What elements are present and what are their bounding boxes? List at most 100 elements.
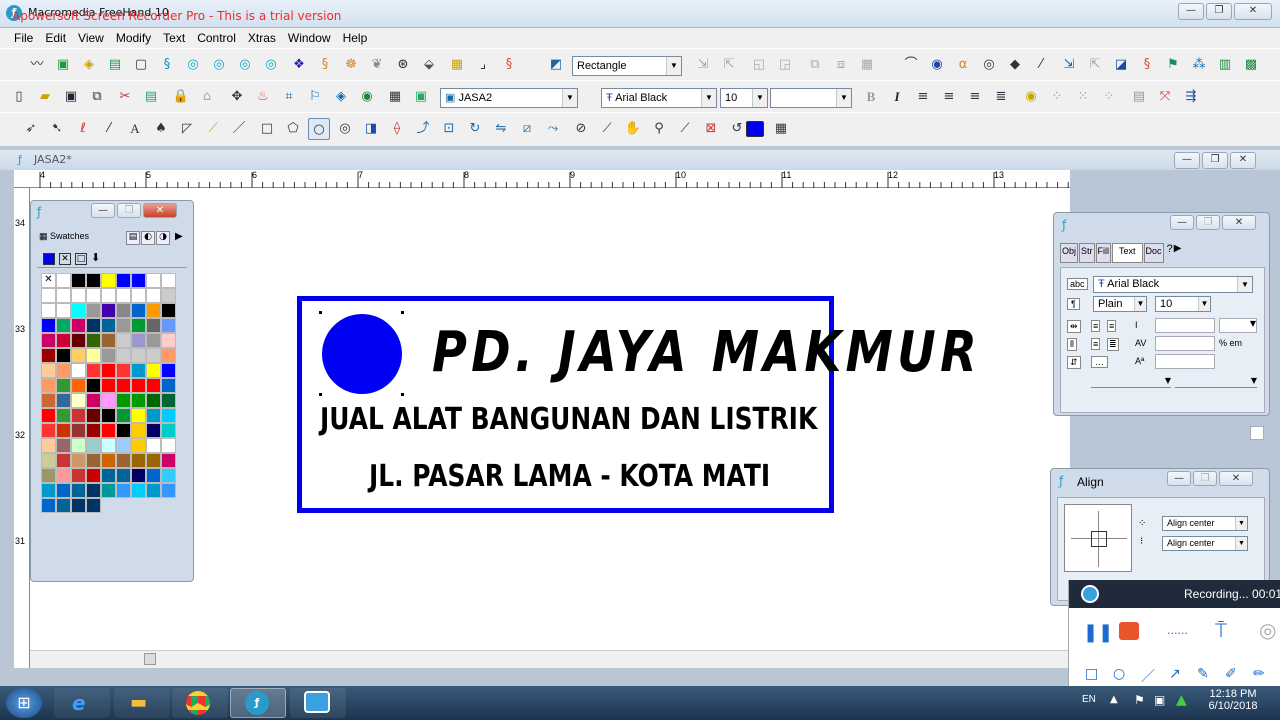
color-swatch[interactable] — [131, 483, 146, 498]
mirror-tool-icon[interactable]: ⟠ — [386, 118, 408, 140]
crop-tool-icon[interactable]: ❖ — [288, 54, 310, 76]
swatch-color-icon[interactable]: ◐ — [141, 231, 155, 245]
color-swatch[interactable] — [86, 348, 101, 363]
color-swatch[interactable] — [71, 438, 86, 453]
selection-handle[interactable] — [319, 393, 322, 396]
color-swatch[interactable] — [116, 393, 131, 408]
color-swatch[interactable] — [131, 288, 146, 303]
text-panel-close-button[interactable]: ✕ — [1222, 215, 1256, 230]
color-swatch[interactable] — [41, 408, 56, 423]
arc-tool-icon[interactable]: ⤴ — [412, 118, 434, 140]
color-swatch[interactable] — [56, 273, 71, 288]
paste-icon[interactable]: ▤ — [140, 86, 162, 108]
color-swatch[interactable] — [56, 393, 71, 408]
new-file-icon[interactable]: ▯ — [8, 86, 30, 108]
color-swatch[interactable] — [161, 363, 176, 378]
menu-control[interactable]: Control — [191, 31, 242, 45]
color-swatch[interactable] — [101, 408, 116, 423]
taskbar-freehand[interactable]: ƒ — [230, 688, 286, 718]
menu-text[interactable]: Text — [157, 31, 191, 45]
color-swatch[interactable] — [131, 348, 146, 363]
pipette-icon[interactable]: ⁄ — [1030, 54, 1052, 76]
lock-icon[interactable]: 🔒 — [170, 86, 192, 108]
align-minimize-button[interactable]: — — [1167, 471, 1191, 486]
stroke-swatch[interactable]: ✕ — [59, 253, 71, 265]
color-swatch[interactable] — [71, 348, 86, 363]
color-swatch[interactable] — [41, 288, 56, 303]
color-mixer-icon[interactable]: ◈ — [330, 86, 352, 108]
color-swatch[interactable] — [56, 333, 71, 348]
color-swatch[interactable] — [41, 363, 56, 378]
color-swatch[interactable] — [116, 453, 131, 468]
swatch-minimize-button[interactable]: — — [91, 203, 115, 218]
color-swatch[interactable] — [41, 393, 56, 408]
leading-select[interactable]: ▼ — [770, 88, 852, 108]
color-swatch[interactable] — [56, 363, 71, 378]
color-swatch[interactable] — [56, 468, 71, 483]
color-swatch[interactable] — [101, 288, 116, 303]
color-swatch[interactable] — [41, 333, 56, 348]
font-select[interactable]: Ŧ Arial Black ▼ — [601, 88, 717, 108]
range-kerning-select[interactable]: ▼ — [1175, 376, 1257, 388]
swatch-close-button[interactable]: ✕ — [143, 203, 177, 218]
start-button[interactable]: ⊞ — [6, 688, 42, 718]
color-swatch[interactable] — [161, 318, 176, 333]
color-swatch[interactable] — [131, 393, 146, 408]
color-swatch[interactable] — [116, 348, 131, 363]
grid-icon[interactable]: ▩ — [1240, 54, 1262, 76]
open-folder-icon[interactable]: ▰ — [34, 86, 56, 108]
color-swatch[interactable] — [56, 318, 71, 333]
union-tool-icon[interactable]: ◎ — [208, 54, 230, 76]
flag-icon[interactable]: ⚑ — [1162, 54, 1184, 76]
color-swatch[interactable] — [86, 483, 101, 498]
color-swatch[interactable] — [116, 483, 131, 498]
color-swatch[interactable] — [116, 408, 131, 423]
both-swatch[interactable]: □ — [75, 253, 87, 265]
color-swatch[interactable] — [71, 453, 86, 468]
tints-icon[interactable]: ◉ — [356, 86, 378, 108]
flag-tray-icon[interactable]: ⚑ — [1134, 693, 1145, 707]
stroke-color-icon[interactable]: ⟋ — [674, 118, 696, 140]
skew-tool-icon[interactable]: ⧄ — [516, 118, 538, 140]
ellipse-tool-icon[interactable]: ○ — [308, 118, 330, 140]
menu-view[interactable]: View — [72, 31, 110, 45]
selection-handle[interactable] — [319, 311, 322, 314]
color-swatch[interactable] — [146, 483, 161, 498]
calculator-icon[interactable]: ▦ — [770, 118, 792, 140]
color-swatch[interactable] — [71, 333, 86, 348]
color-swatch[interactable] — [71, 273, 86, 288]
align-close-button[interactable]: ✕ — [1219, 471, 1253, 486]
frame-tool-icon[interactable]: ▢ — [130, 54, 152, 76]
color-swatch[interactable] — [131, 363, 146, 378]
color-swatch[interactable] — [56, 288, 71, 303]
color-swatch[interactable] — [86, 393, 101, 408]
color-swatch[interactable] — [56, 408, 71, 423]
text-panel-maximize-button[interactable]: ❐ — [1196, 215, 1220, 230]
text-columns-icon[interactable]: ⁘ — [1046, 86, 1068, 108]
color-swatch[interactable] — [101, 333, 116, 348]
horizontal-ruler[interactable]: 4 5 6 7 8 9 10 11 12 13 — [14, 170, 1070, 188]
export-icon[interactable]: ⇲ — [1058, 54, 1080, 76]
kerning-input[interactable] — [1155, 336, 1215, 351]
divide-tool-icon[interactable]: ◎ — [234, 54, 256, 76]
line-tool-icon[interactable]: ／ — [228, 118, 250, 140]
taskbar-ie[interactable]: e — [54, 688, 110, 718]
color-swatch[interactable] — [71, 318, 86, 333]
chart-bar-icon[interactable]: ▥ — [1214, 54, 1236, 76]
address-text[interactable]: JL. PASAR LAMA - KOTA MATI — [369, 459, 770, 494]
lock-icon[interactable]: ▦ — [856, 54, 878, 76]
logo-circle[interactable] — [322, 314, 402, 394]
tab-document[interactable]: Doc — [1143, 243, 1164, 263]
color-swatch[interactable] — [161, 378, 176, 393]
reflect-tool-icon[interactable]: ⇋ — [490, 118, 512, 140]
panel-size-select[interactable]: 10 ▼ — [1155, 296, 1211, 312]
effect-select[interactable]: ▼ — [1091, 376, 1171, 388]
ungroup-icon[interactable]: ⧈ — [830, 54, 852, 76]
freeform-tool-icon[interactable]: ⤳ — [542, 118, 564, 140]
punch-tool-icon[interactable]: ◎ — [260, 54, 282, 76]
color-swatch[interactable] — [116, 318, 131, 333]
unlock-icon[interactable]: ⌂ — [196, 86, 218, 108]
close-button[interactable]: ✕ — [1234, 3, 1272, 20]
smart-tool-icon[interactable]: ⍺ — [952, 54, 974, 76]
color-swatch[interactable] — [41, 378, 56, 393]
